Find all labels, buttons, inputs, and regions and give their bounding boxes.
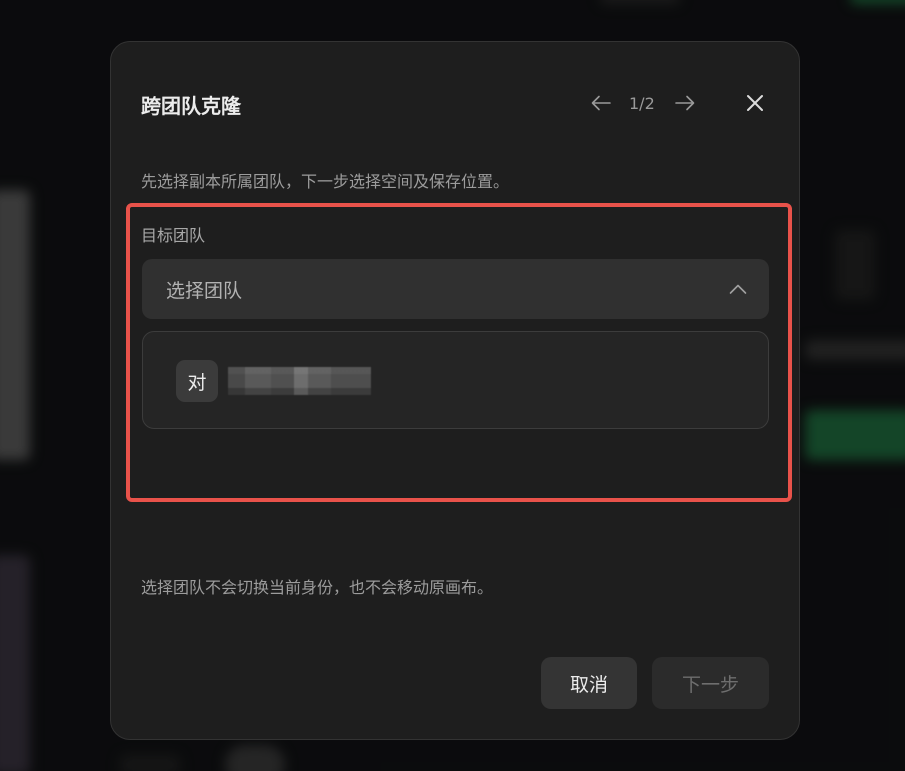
prev-page-button[interactable] [589,92,613,114]
pagination: 1/2 [589,92,697,114]
next-page-button[interactable] [673,92,697,114]
team-select[interactable]: 选择团队 [142,259,769,319]
team-option[interactable]: 对 [176,360,371,402]
dialog-title: 跨团队克隆 [141,94,241,118]
target-team-label: 目标团队 [141,226,206,245]
dialog-note: 选择团队不会切换当前身份，也不会移动原画布。 [141,578,494,597]
clone-dialog: 跨团队克隆 1/2 先选择副本所属团队，下一步选择空间及保存位置。 目标团队 选… [110,41,800,740]
team-dropdown: 对 [142,331,769,429]
arrow-right-icon [674,95,695,111]
next-step-button[interactable]: 下一步 [652,657,769,709]
arrow-left-icon [591,95,611,111]
team-select-placeholder: 选择团队 [166,279,243,302]
team-name-redacted [228,367,371,395]
dialog-description: 先选择副本所属团队，下一步选择空间及保存位置。 [141,172,510,191]
cancel-button[interactable]: 取消 [541,657,637,709]
chevron-up-icon [729,284,747,294]
close-icon [747,95,763,111]
close-button[interactable] [742,90,768,116]
page-indicator: 1/2 [629,93,655,113]
team-avatar: 对 [176,360,218,402]
